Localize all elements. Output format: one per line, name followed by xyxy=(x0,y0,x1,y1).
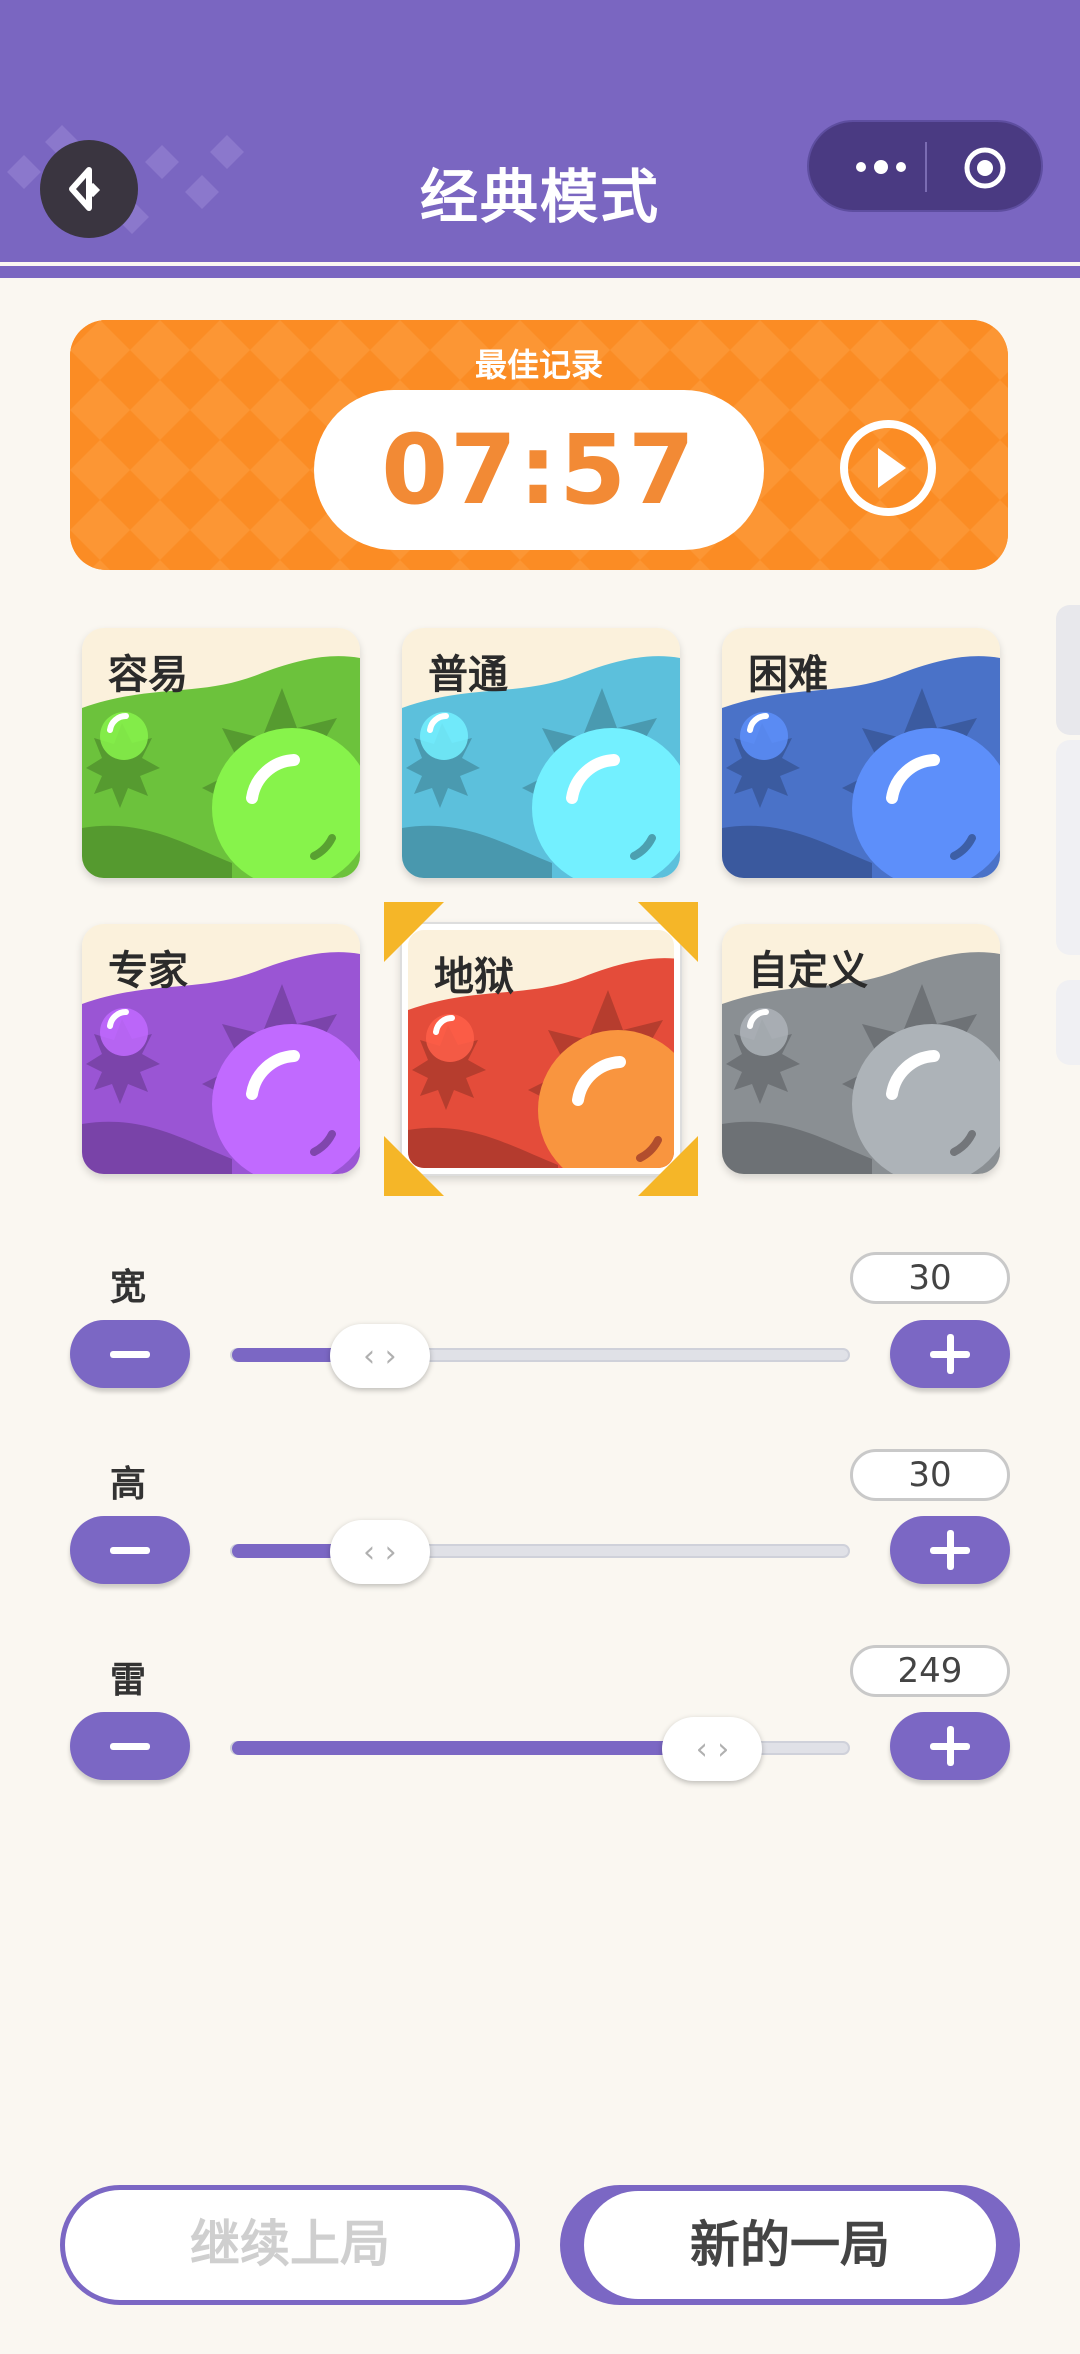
mines-slider-thumb[interactable]: ‹ › xyxy=(662,1717,763,1781)
play-icon[interactable] xyxy=(838,418,938,518)
capsule-divider xyxy=(925,142,927,192)
difficulty-label: 困难 xyxy=(748,652,828,698)
mines-slider-fill xyxy=(232,1741,713,1755)
new-game-label: 新的一局 xyxy=(584,2191,996,2299)
difficulty-label: 普通 xyxy=(428,652,508,698)
mines-slider-track[interactable]: ‹ › xyxy=(230,1717,850,1781)
side-scroll-tab[interactable] xyxy=(1056,605,1080,735)
difficulty-card-normal[interactable]: 普通 xyxy=(402,628,680,878)
height-label: 高 xyxy=(110,1464,147,1505)
width-label: 宽 xyxy=(110,1267,147,1308)
continue-button[interactable]: 继续上局 xyxy=(60,2185,520,2305)
width-minus-button[interactable] xyxy=(70,1320,190,1388)
minus-icon xyxy=(110,1547,150,1554)
difficulty-card-hell[interactable]: 地狱 xyxy=(402,924,680,1174)
height-slider-thumb[interactable]: ‹ › xyxy=(329,1520,430,1584)
width-plus-button[interactable] xyxy=(890,1320,1010,1388)
new-game-button[interactable]: 新的一局 xyxy=(560,2185,1020,2305)
height-value[interactable]: 30 xyxy=(850,1449,1010,1501)
mines-plus-button[interactable] xyxy=(890,1712,1010,1780)
height-minus-button[interactable] xyxy=(70,1516,190,1584)
mines-value[interactable]: 249 xyxy=(850,1645,1010,1697)
best-record-label: 最佳记录 xyxy=(474,346,603,384)
best-record-pill: 07:57 xyxy=(314,390,764,550)
width-slider-track[interactable]: ‹ › xyxy=(230,1324,850,1388)
more-dots-icon[interactable] xyxy=(841,152,921,182)
difficulty-card-expert[interactable]: 专家 xyxy=(82,924,360,1174)
difficulty-card-custom[interactable]: 自定义 xyxy=(722,924,1000,1174)
miniprogram-capsule xyxy=(807,120,1043,212)
target-icon[interactable] xyxy=(963,146,1007,190)
difficulty-card-hard[interactable]: 困难 xyxy=(722,628,1000,878)
difficulty-label: 容易 xyxy=(108,652,188,698)
difficulty-label: 地狱 xyxy=(434,954,514,1000)
mines-label: 雷 xyxy=(110,1660,147,1701)
width-slider-thumb[interactable]: ‹ › xyxy=(329,1324,430,1388)
minus-icon xyxy=(110,1351,150,1358)
height-plus-button[interactable] xyxy=(890,1516,1010,1584)
difficulty-label: 专家 xyxy=(108,948,188,994)
best-record-panel: 最佳记录 07:57 xyxy=(70,320,1008,570)
best-record-time: 07:57 xyxy=(381,414,697,526)
difficulty-card-easy[interactable]: 容易 xyxy=(82,628,360,878)
difficulty-label: 自定义 xyxy=(748,948,868,994)
header-underline xyxy=(0,266,1080,278)
side-scroll-tab xyxy=(1056,980,1080,1065)
side-scroll-tab xyxy=(1056,740,1080,955)
minus-icon xyxy=(110,1743,150,1750)
width-value[interactable]: 30 xyxy=(850,1252,1010,1304)
height-slider-track[interactable]: ‹ › xyxy=(230,1520,850,1584)
mines-minus-button[interactable] xyxy=(70,1712,190,1780)
